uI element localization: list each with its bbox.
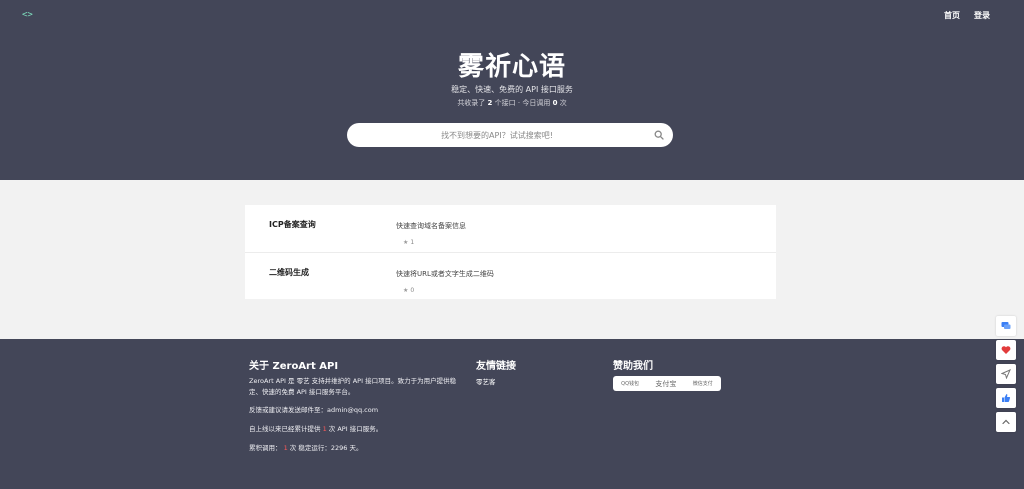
call-count: 0	[552, 99, 558, 107]
api-item-qrcode[interactable]: 二维码生成 快速将URL或者文字生成二维码 ★ 0	[245, 252, 776, 299]
back-to-top-button[interactable]	[996, 412, 1016, 432]
api-list: ICP备案查询 快速查询域名备案信息 ★ 1 二维码生成 快速将URL或者文字生…	[245, 205, 776, 299]
api-star-count: ★ 0	[403, 287, 414, 294]
footer-about-text: ZeroArt API 是 零艺 支持并维护的 API 接口项目。致力于为用户提…	[249, 377, 457, 396]
footer-sponsor-title: 赞助我们	[613, 361, 653, 372]
chevron-up-icon	[1002, 419, 1010, 425]
chat-icon	[1001, 322, 1011, 329]
api-name[interactable]: ICP备案查询	[269, 219, 316, 230]
api-star-count: ★ 1	[403, 239, 414, 246]
chat-button[interactable]	[996, 316, 1016, 336]
search-input[interactable]	[347, 124, 637, 146]
stats-mid: 个接口 · 今日调用	[494, 99, 551, 107]
footer-about-title: 关于 ZeroArt API	[249, 361, 339, 372]
sponsor-qq-wallet[interactable]: QQ钱包	[621, 380, 639, 387]
star-icon: ★	[403, 287, 409, 294]
side-toolbar	[996, 316, 1016, 432]
search-bar	[347, 123, 673, 147]
footer-served: 自上线以来已经累计提供 1 次 API 接口服务。	[249, 424, 382, 435]
footer-feedback: 反馈或建议请发送邮件至：admin@qq.com	[249, 406, 379, 414]
sponsor-alipay[interactable]: 支付宝	[655, 379, 676, 389]
site-title: 雾祈心语	[457, 52, 566, 82]
total-count: 1	[283, 444, 288, 452]
favorite-button[interactable]	[996, 340, 1016, 360]
share-button[interactable]	[996, 364, 1016, 384]
sponsor-badges: QQ钱包 支付宝 微信支付	[613, 376, 721, 391]
api-name[interactable]: 二维码生成	[269, 267, 309, 278]
nav-login-link[interactable]: 登录	[974, 10, 990, 21]
send-icon	[1001, 369, 1011, 379]
total-prefix: 累积调用：	[249, 444, 282, 452]
served-suffix: 次 API 接口服务。	[328, 425, 383, 433]
site-subtitle: 稳定、快速、免费的 API 接口服务	[451, 85, 573, 94]
friend-link[interactable]: 零艺客	[476, 376, 496, 386]
like-button[interactable]	[996, 388, 1016, 408]
heart-icon	[1001, 346, 1011, 354]
search-icon[interactable]	[654, 130, 664, 140]
total-mid: 次 稳定运行：2296 天。	[289, 444, 363, 452]
footer-links-title: 友情链接	[476, 361, 516, 372]
stats-prefix: 共收录了	[457, 99, 486, 107]
top-nav: 首页 登录	[944, 10, 990, 21]
footer-total: 累积调用： 1 次 稳定运行：2296 天。	[249, 443, 362, 454]
header-hero: <> 首页 登录 雾祈心语 稳定、快速、免费的 API 接口服务 共收录了 2 …	[0, 0, 1024, 180]
api-count: 2	[487, 99, 493, 107]
star-icon: ★	[403, 239, 409, 246]
sponsor-wechat[interactable]: 微信支付	[693, 380, 713, 387]
nav-home-link[interactable]: 首页	[944, 10, 960, 21]
served-prefix: 自上线以来已经累计提供	[249, 425, 321, 433]
star-count: 0	[410, 287, 415, 294]
stats-suffix: 次	[559, 99, 567, 107]
api-description: 快速将URL或者文字生成二维码	[396, 270, 494, 278]
logo[interactable]: <>	[22, 10, 33, 20]
star-count: 1	[410, 239, 415, 246]
api-item-icp[interactable]: ICP备案查询 快速查询域名备案信息 ★ 1	[245, 205, 776, 252]
served-count: 1	[322, 425, 327, 433]
site-stats: 共收录了 2 个接口 · 今日调用 0 次	[0, 98, 1024, 108]
api-description: 快速查询域名备案信息	[396, 222, 466, 230]
thumbs-up-icon	[1002, 394, 1011, 402]
